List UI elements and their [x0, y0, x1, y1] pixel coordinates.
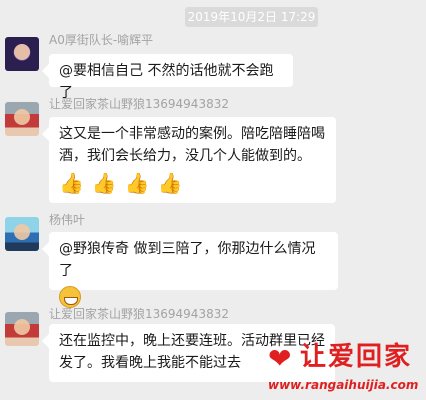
message-bubble[interactable]: @野狼传奇 做到三陪了，你那边什么情况了: [49, 232, 338, 308]
thumbs-up-emoji: 👍: [124, 171, 150, 195]
avatar[interactable]: [5, 37, 39, 71]
thumbs-up-emoji: 👍: [157, 171, 183, 195]
sender-name: 让爱回家茶山野狼13694943832: [49, 97, 229, 111]
watermark-title: 让爱回家: [300, 342, 413, 372]
watermark-url: www.rangaihuijia.com: [268, 378, 419, 392]
avatar[interactable]: [5, 102, 39, 136]
thumbs-up-emoji: 👍: [91, 171, 117, 195]
watermark-logo: ❤ 让爱回家 www.rangaihuijia.com: [262, 340, 426, 400]
user-avatar-icon: [14, 319, 30, 335]
message-bubble[interactable]: 这又是一个非常感动的案例。陪吃陪睡陪喝酒，我们会长给力，没几个人能做到的。 👍 …: [49, 117, 336, 203]
sender-name: A0厚街队长-喻辉平: [49, 33, 154, 47]
heart-icon: ❤: [268, 342, 292, 375]
avatar[interactable]: [5, 217, 39, 251]
user-avatar-icon: [14, 224, 30, 240]
message-timestamp: 2019年10月2日 17:29: [185, 7, 318, 27]
emoji-row: 👍 👍 👍 👍: [59, 171, 326, 195]
user-avatar-icon: [14, 109, 30, 125]
message-bubble[interactable]: @要相信自己 不然的话他就不会跑了: [49, 54, 293, 101]
grin-emoji: [59, 286, 81, 308]
message-text: @野狼传奇 做到三陪了，你那边什么情况了: [59, 241, 316, 279]
message-text: 这又是一个非常感动的案例。陪吃陪睡陪喝酒，我们会长给力，没几个人能做到的。: [59, 126, 325, 164]
thumbs-up-emoji: 👍: [59, 171, 84, 195]
avatar[interactable]: [5, 312, 39, 346]
sender-name: 杨伟叶: [49, 213, 86, 227]
sender-name: 让爱回家茶山野狼13694943832: [49, 307, 229, 321]
user-avatar-icon: [14, 44, 30, 60]
